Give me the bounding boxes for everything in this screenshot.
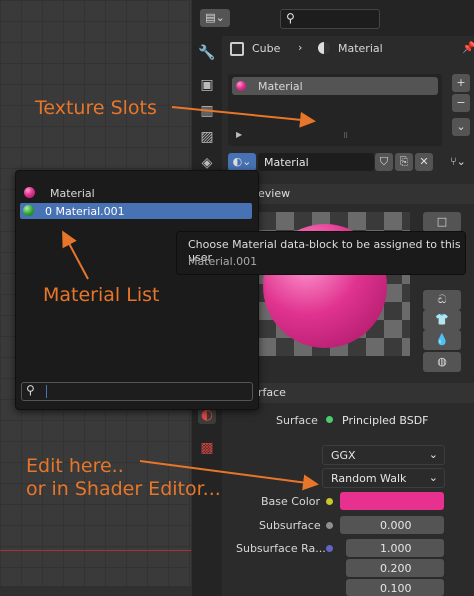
annotation-arrows — [62, 106, 319, 491]
arrow-material-list — [62, 230, 89, 280]
arrow-edit-here — [139, 460, 319, 491]
arrow-texture-slots — [171, 106, 316, 128]
